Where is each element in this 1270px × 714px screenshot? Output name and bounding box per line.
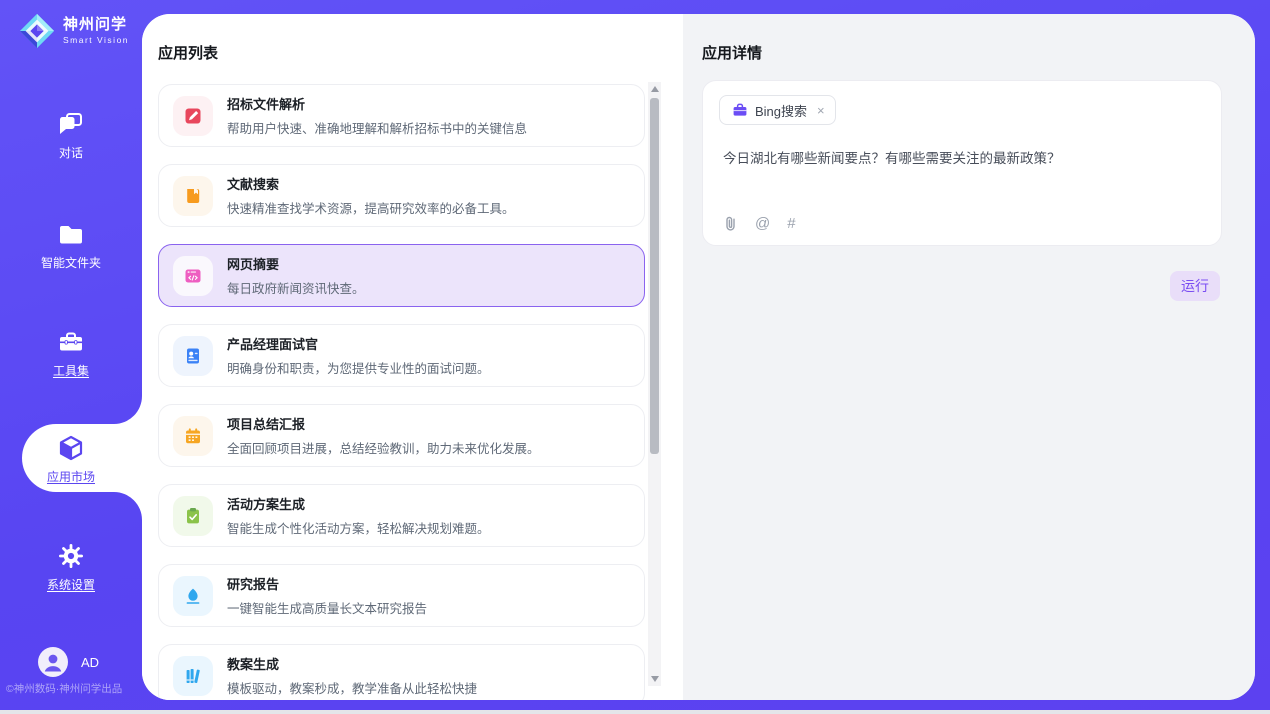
content-area: 应用列表 招标文件解析 帮助用户快速、准确地理解和解析招标书中的关键信息 xyxy=(142,14,1255,700)
user-initials: AD xyxy=(81,655,99,670)
folder-icon xyxy=(57,220,85,248)
prompt-card: Bing搜索 × 今日湖北有哪些新闻要点？有哪些需要关注的最新政策？ @ # xyxy=(702,80,1222,246)
sidebar: 神州问学 Smart Vision 对话 智能文件夹 xyxy=(0,0,142,710)
calendar-icon xyxy=(173,416,213,456)
avatar-icon xyxy=(38,647,68,677)
app-card-title: 活动方案生成 xyxy=(227,494,490,513)
sidebar-item-settings[interactable]: 系统设置 xyxy=(0,542,142,593)
prompt-text[interactable]: 今日湖北有哪些新闻要点？有哪些需要关注的最新政策？ xyxy=(703,125,1221,169)
mention-at-icon[interactable]: @ xyxy=(755,215,770,232)
sidebar-item-chat[interactable]: 对话 xyxy=(0,110,142,161)
close-icon[interactable]: × xyxy=(817,104,825,117)
app-card-title: 产品经理面试官 xyxy=(227,334,490,353)
app-card-desc: 模板驱动，教案秒成，教学准备从此轻松快捷 xyxy=(227,678,477,697)
tool-chip-bing-search[interactable]: Bing搜索 × xyxy=(719,95,836,125)
hashtag-icon[interactable]: # xyxy=(787,215,795,232)
sidebar-item-toolset[interactable]: 工具集 xyxy=(0,328,142,379)
pen-square-icon xyxy=(173,96,213,136)
app-card-desc: 每日政府新闻资讯快查。 xyxy=(227,278,365,297)
browser-code-icon xyxy=(173,256,213,296)
prompt-toolbar: @ # xyxy=(723,215,796,232)
app-card-desc: 一键智能生成高质量长文本研究报告 xyxy=(227,598,427,617)
interviewer-icon xyxy=(173,336,213,376)
sidebar-item-app-market[interactable]: 应用市场 xyxy=(0,434,142,485)
user-account[interactable]: AD xyxy=(38,647,99,677)
app-card[interactable]: 研究报告 一键智能生成高质量长文本研究报告 xyxy=(158,564,645,627)
sidebar-item-label: 对话 xyxy=(59,144,83,161)
app-frame: 神州问学 Smart Vision 对话 智能文件夹 xyxy=(0,0,1270,710)
app-card-desc: 明确身份和职责，为您提供专业性的面试问题。 xyxy=(227,358,490,377)
app-card[interactable]: 产品经理面试官 明确身份和职责，为您提供专业性的面试问题。 xyxy=(158,324,645,387)
ink-drop-icon xyxy=(173,576,213,616)
gear-icon xyxy=(57,542,85,570)
sidebar-item-label: 系统设置 xyxy=(47,576,95,593)
app-card[interactable]: 招标文件解析 帮助用户快速、准确地理解和解析招标书中的关键信息 xyxy=(158,84,645,147)
logo-subtitle: Smart Vision xyxy=(63,36,129,45)
scrollbar-thumb[interactable] xyxy=(650,98,659,454)
run-button[interactable]: 运行 xyxy=(1170,271,1220,301)
book-icon xyxy=(173,176,213,216)
app-card-desc: 全面回顾项目进展，总结经验教训，助力未来优化发展。 xyxy=(227,438,540,457)
clipboard-check-icon xyxy=(173,496,213,536)
app-detail-panel: 应用详情 Bing搜索 × 今日湖北有哪些新闻要点？有哪些需要关注的最新政策？ xyxy=(683,14,1255,700)
app-card-title: 文献搜索 xyxy=(227,174,515,193)
app-card-list: 招标文件解析 帮助用户快速、准确地理解和解析招标书中的关键信息 文献搜索 快速精… xyxy=(158,84,645,700)
app-card-title: 招标文件解析 xyxy=(227,94,527,113)
list-scrollbar[interactable] xyxy=(648,82,661,686)
chat-icon xyxy=(57,110,85,138)
sidebar-item-smart-folder[interactable]: 智能文件夹 xyxy=(0,220,142,271)
books-icon xyxy=(173,656,213,696)
copyright-footer: ©神州数码·神州问学出品 xyxy=(6,681,122,696)
app-card-title: 教案生成 xyxy=(227,654,477,673)
app-card[interactable]: 文献搜索 快速精准查找学术资源，提高研究效率的必备工具。 xyxy=(158,164,645,227)
app-list-panel: 应用列表 招标文件解析 帮助用户快速、准确地理解和解析招标书中的关键信息 xyxy=(142,14,683,700)
diamond-logo-icon xyxy=(18,12,56,50)
toolbox-icon xyxy=(57,328,85,356)
app-list-title: 应用列表 xyxy=(158,42,218,63)
app-card-desc: 快速精准查找学术资源，提高研究效率的必备工具。 xyxy=(227,198,515,217)
logo-title: 神州问学 xyxy=(63,17,129,34)
app-card-title: 项目总结汇报 xyxy=(227,414,540,433)
app-card[interactable]: 活动方案生成 智能生成个性化活动方案，轻松解决规划难题。 xyxy=(158,484,645,547)
app-card-title: 网页摘要 xyxy=(227,254,365,273)
sidebar-item-label: 工具集 xyxy=(53,362,89,379)
tool-chip-label: Bing搜索 xyxy=(755,101,807,120)
brand-logo: 神州问学 Smart Vision xyxy=(18,12,129,50)
app-card-desc: 智能生成个性化活动方案，轻松解决规划难题。 xyxy=(227,518,490,537)
cube-icon xyxy=(57,434,85,462)
sidebar-item-label: 智能文件夹 xyxy=(41,254,101,271)
app-detail-title: 应用详情 xyxy=(702,42,762,63)
app-card[interactable]: 项目总结汇报 全面回顾项目进展，总结经验教训，助力未来优化发展。 xyxy=(158,404,645,467)
sidebar-item-label: 应用市场 xyxy=(47,468,95,485)
app-card-desc: 帮助用户快速、准确地理解和解析招标书中的关键信息 xyxy=(227,118,527,137)
app-card-selected[interactable]: 网页摘要 每日政府新闻资讯快查。 xyxy=(158,244,645,307)
scroll-up-arrow-icon[interactable] xyxy=(651,86,659,92)
app-card-title: 研究报告 xyxy=(227,574,427,593)
paperclip-icon[interactable] xyxy=(723,215,738,232)
scroll-down-arrow-icon[interactable] xyxy=(651,676,659,682)
app-card[interactable]: 教案生成 模板驱动，教案秒成，教学准备从此轻松快捷 xyxy=(158,644,645,700)
briefcase-icon xyxy=(732,102,748,118)
